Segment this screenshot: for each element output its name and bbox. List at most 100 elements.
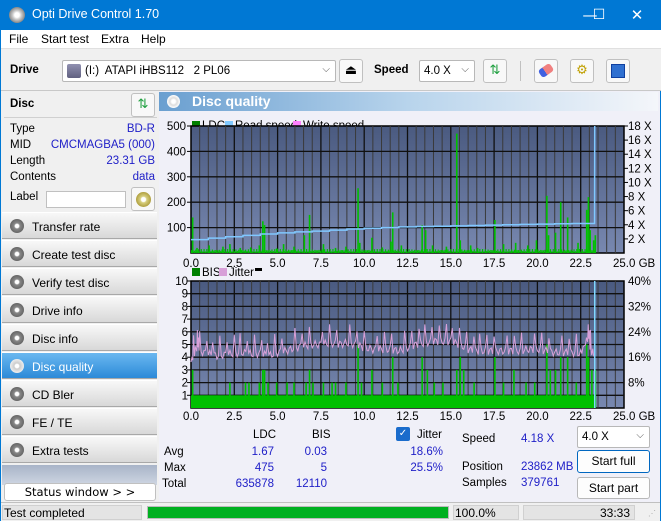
nav-item-verify-test-disc[interactable]: Verify test disc: [2, 268, 157, 295]
avg-jitter: 18.6%: [410, 446, 443, 458]
save-button[interactable]: [606, 59, 630, 83]
bis-bar: [191, 369, 194, 408]
ldc-noise-bar: [299, 251, 301, 253]
ldc-noise-bar: [387, 249, 389, 253]
disc-info-icon: [10, 331, 24, 345]
menu-start-test[interactable]: Start test: [41, 32, 89, 46]
nav-item-fe-te[interactable]: FE / TE: [2, 408, 157, 435]
ldc-noise-bar: [581, 248, 583, 253]
menu-help[interactable]: Help: [141, 32, 166, 46]
ldc-bar: [554, 232, 557, 253]
ldc-noise-bar: [256, 248, 258, 253]
ldc-bar: [535, 240, 538, 253]
ldc-noise-bar: [271, 249, 273, 253]
eject-button[interactable]: ⏏: [339, 59, 363, 83]
ldc-bar: [455, 133, 458, 253]
ldc-noise-bar: [195, 249, 197, 253]
ldc-bar: [357, 188, 359, 253]
nav-item-create-test-disc[interactable]: Create test disc: [2, 240, 157, 267]
ldc-noise-bar: [412, 250, 414, 253]
erase-button[interactable]: [534, 59, 558, 83]
nav-label: FE / TE: [32, 416, 73, 430]
start-part-button[interactable]: Start part: [577, 477, 650, 499]
ldc-bar: [308, 214, 311, 253]
bis-bar: [263, 369, 266, 408]
refresh-button[interactable]: ⇅: [483, 59, 507, 83]
ldc-noise-bar: [440, 249, 442, 253]
test-speed-select[interactable]: 4.0 X ⌵: [577, 426, 650, 448]
ldc-noise-bar: [202, 251, 204, 253]
max-jitter: 25.5%: [410, 462, 443, 474]
ldc-bar: [421, 225, 423, 253]
ldc-noise-bar: [364, 249, 366, 253]
legend-jitter-swatch: [219, 268, 227, 276]
disc-label-input[interactable]: [46, 191, 126, 208]
x-tick-label: 22.5: [570, 411, 592, 423]
x-tick-label: 17.5: [483, 411, 505, 423]
disc-refresh-button[interactable]: ⇅: [131, 93, 155, 117]
disc-quality-panel: Disc quality LDC Read speed Write speed …: [159, 91, 660, 502]
jitter-checkbox[interactable]: ✓: [396, 427, 410, 441]
ldc-noise-bar: [296, 250, 298, 253]
samples-value: 379761: [521, 477, 560, 489]
ldc-noise-bar: [232, 249, 234, 253]
close-button[interactable]: ✕: [614, 1, 660, 30]
ldc-bar: [577, 242, 579, 253]
ldc-noise-bar: [416, 250, 419, 253]
ldc-noise-bar: [361, 249, 363, 253]
y-tick-label: 100: [167, 223, 186, 235]
ldc-bar: [381, 247, 384, 253]
speed-select[interactable]: 4.0 X ⌵: [419, 60, 475, 82]
ldc-noise-bar: [448, 251, 450, 253]
ldc-noise-bar: [245, 249, 247, 253]
disc-contents-value: data: [132, 171, 155, 183]
menu-extra[interactable]: Extra: [101, 32, 129, 46]
menu-file[interactable]: File: [9, 32, 28, 46]
ldc-bar: [303, 235, 306, 253]
ldc-noise-bar: [488, 250, 491, 253]
ldc-noise-bar: [236, 250, 238, 253]
bis-chart: BIS Jitter 12345678910 8% 16% 24% 32% 40% 0.0 2…: [175, 267, 655, 423]
nav-item-extra-tests[interactable]: Extra tests: [2, 436, 157, 463]
ldc-noise-bar: [463, 249, 466, 253]
bis-bar: [334, 382, 337, 408]
nav-item-drive-info[interactable]: Drive info: [2, 296, 157, 323]
ldc-bar: [592, 240, 595, 253]
nav-item-disc-quality[interactable]: Disc quality: [2, 352, 157, 379]
status-text: Test completed: [4, 506, 85, 520]
ldc-noise-bar: [542, 250, 545, 253]
disc-panel: Disc ⇅ Type BD-R MID CMCMAGBA5 (000) Len…: [4, 91, 157, 211]
ldc-noise-bar: [343, 250, 345, 253]
start-full-button[interactable]: Start full: [577, 450, 650, 473]
ldc-bar: [222, 246, 224, 253]
ldc-noise-bar: [203, 248, 205, 253]
ldc-noise-bar: [297, 249, 299, 253]
ldc-noise-bar: [287, 249, 290, 253]
x-tick-label: 12.5: [396, 411, 418, 423]
ldc-noise-bar: [461, 249, 463, 253]
ldc-noise-bar: [307, 251, 309, 253]
ldc-noise-bar: [242, 250, 244, 253]
ldc-noise-bar: [411, 249, 413, 253]
row-label: Avg: [164, 446, 184, 458]
ldc-bar: [345, 246, 347, 253]
ldc-noise-bar: [495, 250, 498, 253]
drive-select[interactable]: (I:) ATAPI iHBS112 2 PL06 ⌵: [62, 60, 336, 82]
status-window-button[interactable]: Status window > >: [4, 483, 156, 501]
ldc-noise-bar: [200, 249, 202, 253]
disc-label-button[interactable]: [131, 187, 155, 211]
nav-item-cd-bler[interactable]: CD Bler: [2, 380, 157, 407]
settings-button[interactable]: ⚙: [570, 59, 594, 83]
nav-item-transfer-rate[interactable]: Transfer rate: [2, 212, 157, 239]
resize-grip-icon[interactable]: ⋰: [648, 509, 656, 518]
nav-item-disc-info[interactable]: Disc info: [2, 324, 157, 351]
ldc-noise-bar: [368, 249, 370, 253]
ldc-noise-bar: [330, 251, 333, 253]
panel-header: Disc quality: [159, 92, 658, 111]
ldc-noise-bar: [312, 250, 315, 253]
y2-tick-label: 16 X: [628, 135, 652, 147]
ldc-noise-bar: [286, 250, 288, 253]
avg-bis: 0.03: [304, 446, 327, 458]
chevron-down-icon: ⌵: [461, 64, 469, 75]
ldc-noise-bar: [508, 249, 510, 253]
